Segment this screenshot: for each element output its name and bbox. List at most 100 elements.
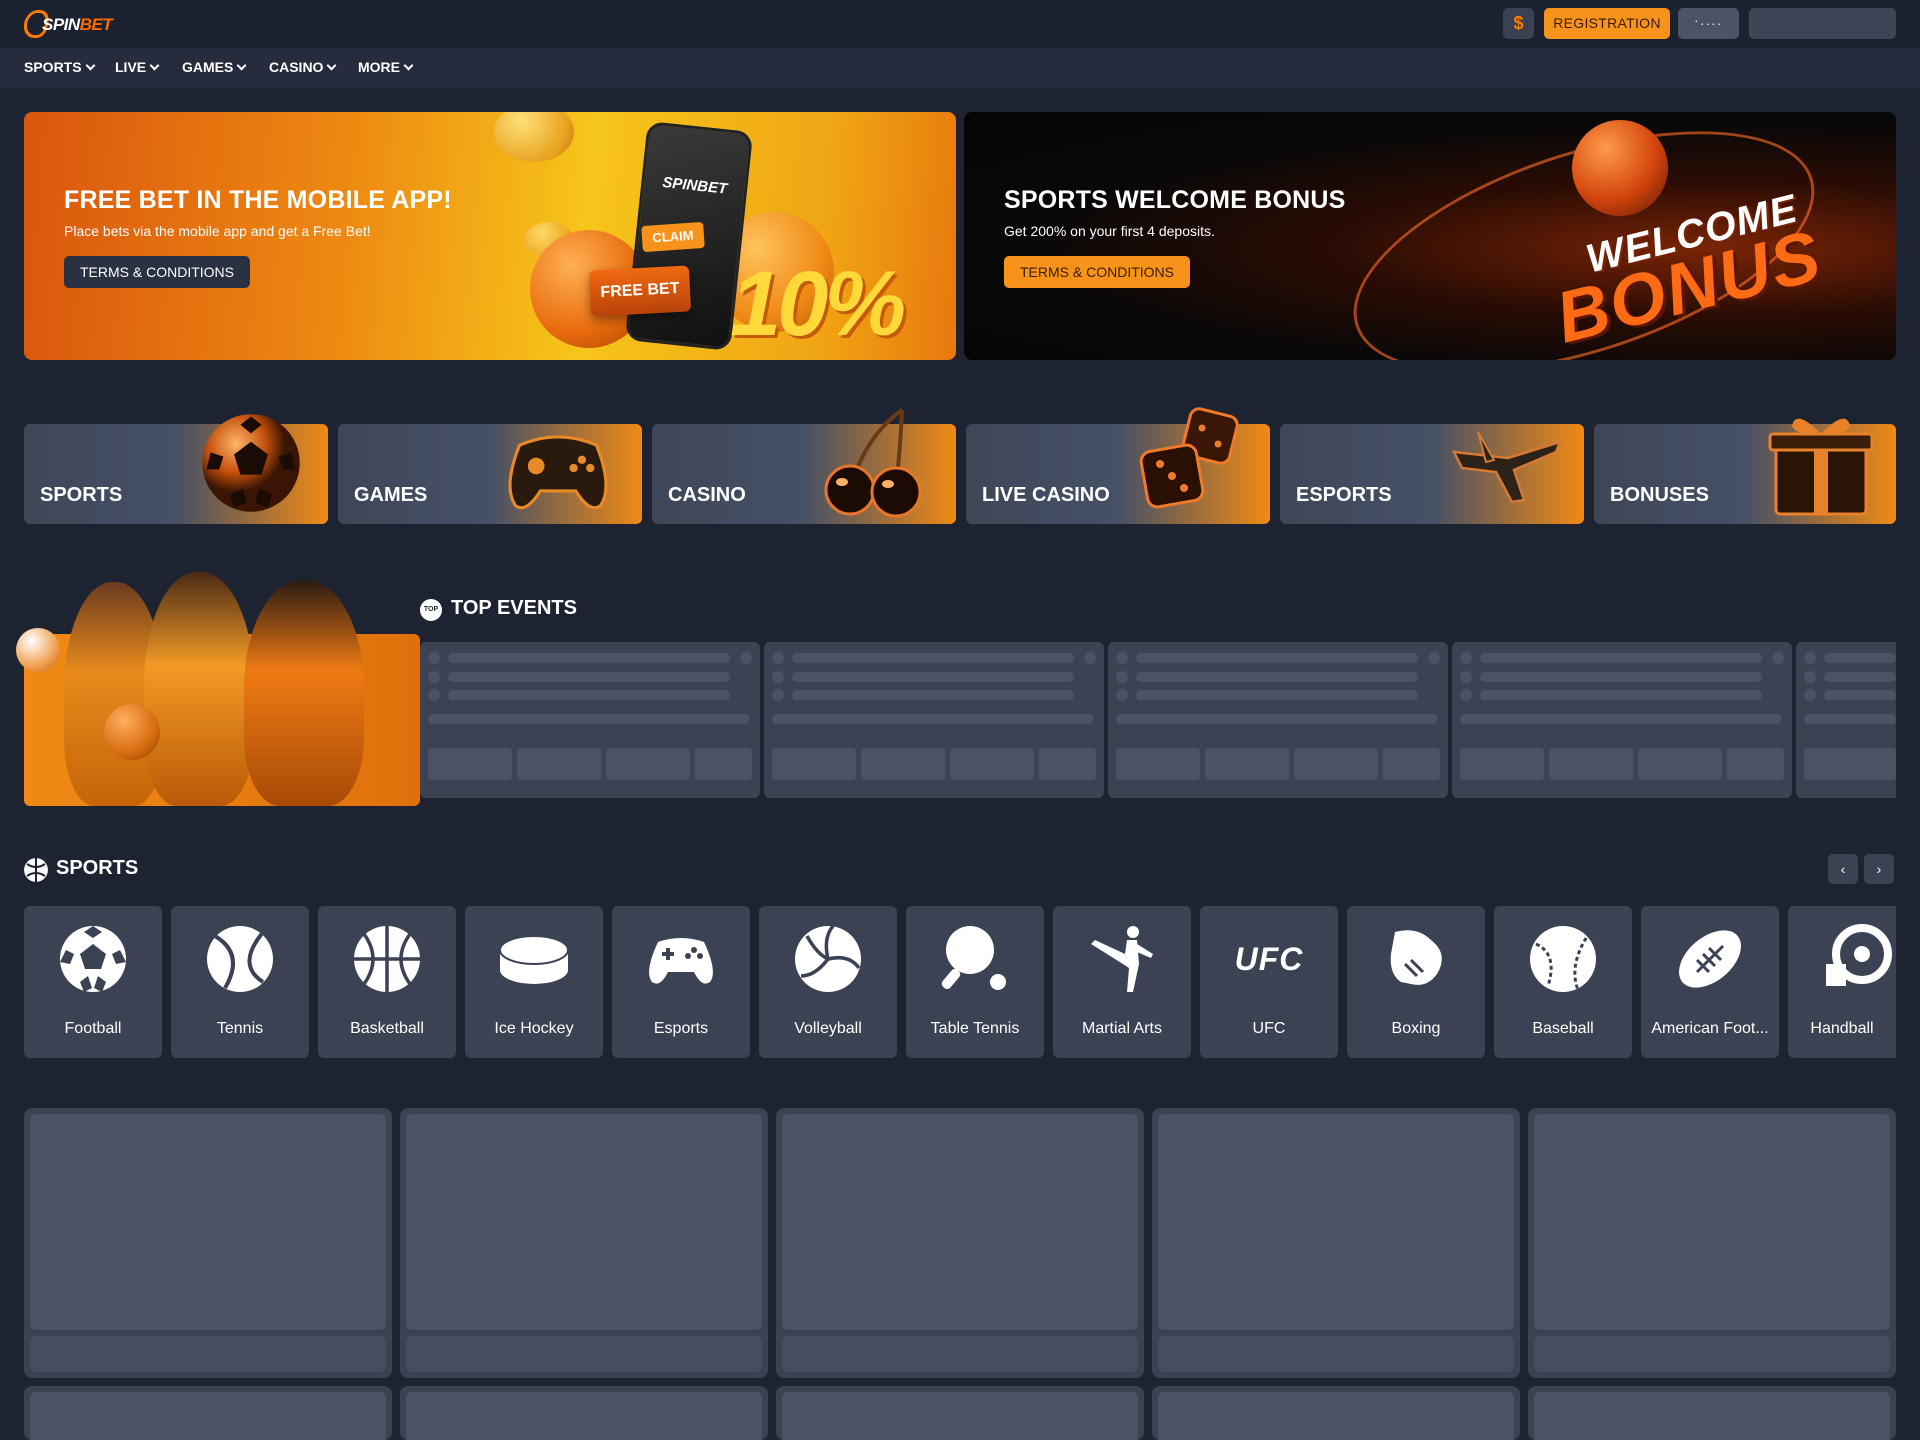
sport-tile-ufc[interactable]: UFC UFC xyxy=(1200,906,1338,1058)
skeleton-block xyxy=(782,1392,1138,1440)
skeleton-line xyxy=(1116,714,1438,724)
game-card-skeleton[interactable] xyxy=(1152,1386,1520,1440)
skeleton-dot xyxy=(1804,652,1816,664)
sports-section-title: SPORTS xyxy=(56,857,139,879)
sport-tile-tennis[interactable]: Tennis xyxy=(171,906,309,1058)
game-card-skeleton[interactable] xyxy=(400,1386,768,1440)
skeleton-odd xyxy=(1383,748,1440,780)
event-card-skeleton[interactable] xyxy=(764,642,1104,798)
basketball-icon xyxy=(354,926,420,992)
nav-item-more[interactable]: MORE xyxy=(358,59,414,75)
skeleton-dot xyxy=(1116,652,1128,664)
baseball-icon xyxy=(1530,926,1596,992)
category-casino[interactable]: CASINO xyxy=(652,408,956,524)
event-card-skeleton[interactable] xyxy=(420,642,760,798)
nav-item-casino[interactable]: CASINO xyxy=(269,59,337,75)
skeleton-footer xyxy=(1534,1336,1890,1372)
skeleton-footer xyxy=(406,1336,762,1372)
skeleton-line xyxy=(772,714,1094,724)
mobile-app-banner[interactable]: SPINBET CLAIM FREE BET 10% FREE BET IN T… xyxy=(24,112,956,360)
gift-icon xyxy=(1768,418,1874,516)
tennis-icon xyxy=(207,926,273,992)
game-card-skeleton[interactable] xyxy=(1528,1386,1896,1440)
banner-title: FREE BET IN THE MOBILE APP! xyxy=(64,186,452,214)
game-card-skeleton[interactable] xyxy=(776,1108,1144,1378)
game-card-skeleton[interactable] xyxy=(400,1108,768,1378)
sport-name: Table Tennis xyxy=(930,1020,1020,1037)
event-card-skeleton[interactable] xyxy=(1452,642,1792,798)
nav-item-live[interactable]: LIVE xyxy=(115,59,160,75)
sports-ball-icon xyxy=(24,858,48,882)
player-figure xyxy=(244,580,364,806)
skeleton-dot xyxy=(428,689,440,701)
boxing-icon xyxy=(1390,930,1442,985)
coin-image xyxy=(494,112,574,162)
header-input-placeholder[interactable] xyxy=(1749,8,1896,39)
skeleton-line xyxy=(448,653,730,663)
category-live-casino[interactable]: LIVE CASINO xyxy=(966,407,1270,524)
skeleton-odd xyxy=(1205,748,1289,780)
skeleton-block xyxy=(30,1392,386,1440)
sport-tile-football[interactable]: Football xyxy=(24,906,162,1058)
sport-tile-table-tennis[interactable]: Table Tennis xyxy=(906,906,1044,1058)
players-promo-image xyxy=(16,572,420,806)
registration-button[interactable]: REGISTRATION xyxy=(1544,8,1670,39)
banner-title: SPORTS WELCOME BONUS xyxy=(1004,186,1346,214)
category-esports[interactable]: ESPORTS xyxy=(1280,424,1584,524)
sport-tile-ice-hockey[interactable]: Ice Hockey xyxy=(465,906,603,1058)
category-sports[interactable]: SPORTS xyxy=(24,414,328,524)
nav-item-label: GAMES xyxy=(182,59,234,75)
sport-name: Baseball xyxy=(1532,1020,1594,1037)
game-card-skeleton[interactable] xyxy=(1528,1108,1896,1378)
category-label: BONUSES xyxy=(1610,484,1709,506)
game-card-skeleton[interactable] xyxy=(776,1386,1144,1440)
nav-item-label: SPORTS xyxy=(24,59,82,75)
category-bonuses[interactable]: BONUSES xyxy=(1594,418,1896,524)
chevron-down-icon xyxy=(85,60,96,71)
sport-tile-american-football[interactable]: American Foot... xyxy=(1641,906,1779,1058)
game-card-skeleton[interactable] xyxy=(24,1108,392,1378)
nav-item-games[interactable]: GAMES xyxy=(182,59,247,75)
sport-tile-esports[interactable]: Esports xyxy=(612,906,750,1058)
skeleton-block xyxy=(1158,1114,1514,1330)
category-games[interactable]: GAMES xyxy=(338,424,642,524)
category-label: GAMES xyxy=(354,484,428,506)
skeleton-line xyxy=(428,714,750,724)
sport-tile-handball[interactable]: Handball xyxy=(1788,906,1896,1058)
sport-tile-volleyball[interactable]: Volleyball xyxy=(759,906,897,1058)
nav-item-sports[interactable]: SPORTS xyxy=(24,59,96,75)
skeleton-dot xyxy=(1460,689,1472,701)
spinbet-logo[interactable]: SPINBET xyxy=(21,10,113,38)
skeleton-dot xyxy=(740,652,752,664)
next-arrow-button[interactable]: › xyxy=(1864,854,1894,884)
handball-icon xyxy=(1826,924,1892,986)
event-card-skeleton[interactable] xyxy=(1108,642,1448,798)
skeleton-footer xyxy=(1158,1336,1514,1372)
sport-tile-baseball[interactable]: Baseball xyxy=(1494,906,1632,1058)
skeleton-line xyxy=(1480,672,1762,682)
volleyball-icon xyxy=(795,924,861,992)
skeleton-line xyxy=(1480,653,1762,663)
skeleton-odd xyxy=(1804,748,1896,780)
skeleton-odd xyxy=(1039,748,1096,780)
table-tennis-icon xyxy=(941,926,1006,990)
game-card-skeleton[interactable] xyxy=(1152,1108,1520,1378)
terms-button[interactable]: TERMS & CONDITIONS xyxy=(64,256,251,288)
skeleton-line xyxy=(1136,672,1418,682)
prev-arrow-button[interactable]: ‹ xyxy=(1828,854,1858,884)
ice-hockey-icon xyxy=(499,935,569,984)
currency-button[interactable]: $ xyxy=(1503,8,1534,39)
top-bar: SPINBET $ REGISTRATION ·.... xyxy=(0,0,1920,48)
login-button[interactable]: ·.... xyxy=(1678,8,1739,39)
sport-tile-boxing[interactable]: Boxing xyxy=(1347,906,1485,1058)
terms-button[interactable]: TERMS & CONDITIONS xyxy=(1004,256,1191,288)
sport-name: Ice Hockey xyxy=(494,1020,574,1037)
sport-tile-martial-arts[interactable]: Martial Arts xyxy=(1053,906,1191,1058)
ball-image xyxy=(104,704,160,760)
skeleton-line xyxy=(1804,714,1896,724)
skeleton-dot xyxy=(1116,689,1128,701)
game-card-skeleton[interactable] xyxy=(24,1386,392,1440)
event-card-skeleton[interactable] xyxy=(1796,642,1896,798)
sport-tile-basketball[interactable]: Basketball xyxy=(318,906,456,1058)
welcome-bonus-banner[interactable]: WELCOME BONUS SPORTS WELCOME BONUS Get 2… xyxy=(964,112,1896,360)
